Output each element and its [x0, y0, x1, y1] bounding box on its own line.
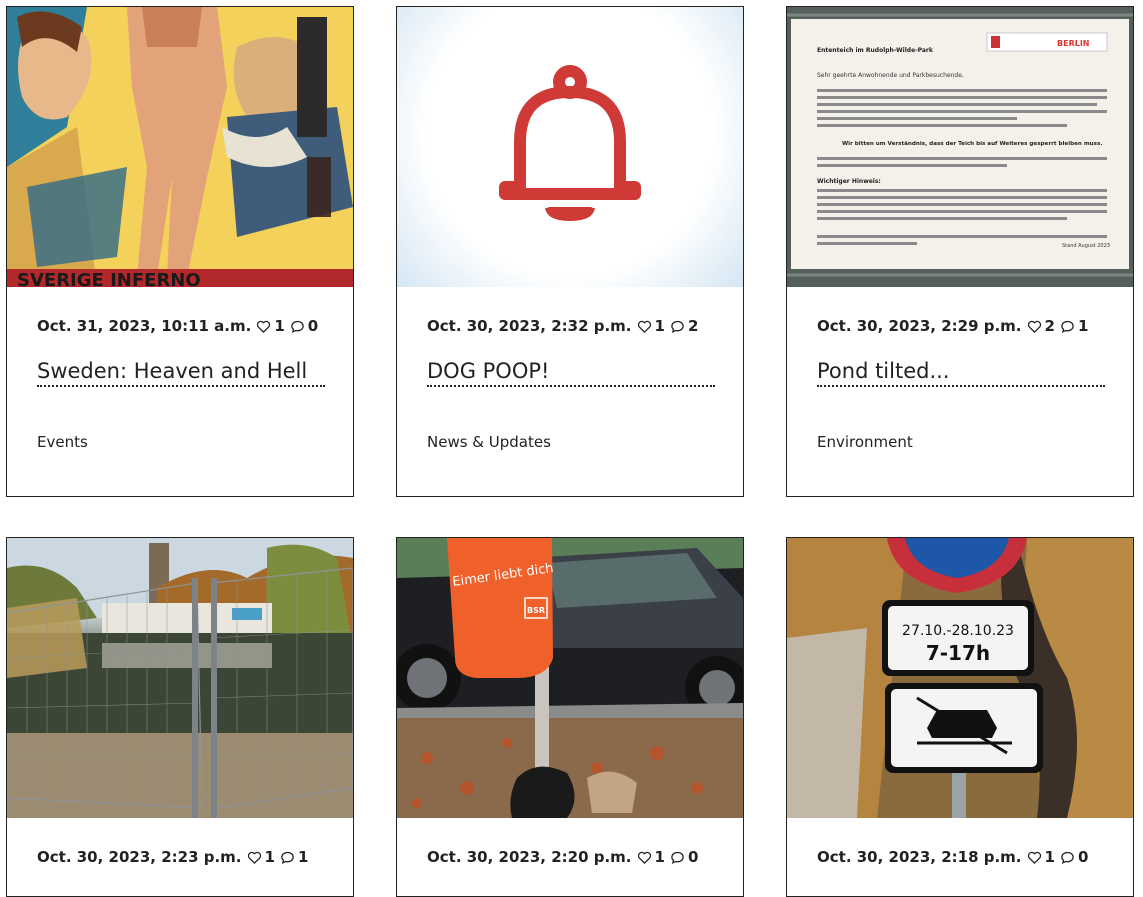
like-count: 1 [654, 848, 665, 866]
comment-count: 0 [1077, 848, 1089, 866]
comment-icon[interactable] [1060, 850, 1075, 865]
comment-count: 2 [687, 317, 699, 335]
notice-note-title: Wichtiger Hinweis: [817, 178, 881, 185]
notice-title: Ententeich im Rudolph-Wilde-Park [817, 47, 934, 54]
post-date: Oct. 30, 2023, 2:18 p.m. [817, 848, 1022, 866]
comment-count: 1 [1077, 317, 1089, 335]
comment-count: 1 [297, 848, 309, 866]
comment-count: 0 [307, 317, 319, 335]
post-meta: Oct. 30, 2023, 2:20 p.m. 1 0 [427, 848, 698, 866]
post-date: Oct. 30, 2023, 2:29 p.m. [817, 317, 1022, 335]
post-card[interactable]: Oct. 30, 2023, 2:23 p.m. 1 1 [6, 537, 354, 897]
heart-icon[interactable] [1027, 850, 1042, 865]
post-image[interactable]: 27.10.-28.10.23 7-17h [787, 538, 1133, 818]
post-meta: Oct. 30, 2023, 2:23 p.m. 1 1 [37, 848, 308, 866]
post-image[interactable] [397, 7, 743, 287]
heart-icon[interactable] [256, 319, 271, 334]
notice-badge: BERLIN [1057, 39, 1090, 48]
comment-icon[interactable] [290, 319, 305, 334]
like-count: 2 [1044, 317, 1055, 335]
post-title-link[interactable]: DOG POOP! [427, 359, 715, 387]
post-date: Oct. 30, 2023, 2:32 p.m. [427, 317, 632, 335]
like-count: 1 [1044, 848, 1055, 866]
like-count: 1 [274, 317, 285, 335]
comment-icon[interactable] [670, 850, 685, 865]
comment-count: 0 [687, 848, 699, 866]
post-date: Oct. 30, 2023, 2:20 p.m. [427, 848, 632, 866]
post-date: Oct. 30, 2023, 2:23 p.m. [37, 848, 242, 866]
post-category[interactable]: News & Updates [427, 433, 551, 451]
post-date: Oct. 31, 2023, 10:11 a.m. [37, 317, 252, 335]
post-category[interactable]: Environment [817, 433, 913, 451]
post-image[interactable] [7, 538, 353, 818]
post-image[interactable]: Ententeich im Rudolph-Wilde-Park BERLIN … [787, 7, 1133, 287]
heart-icon[interactable] [1027, 319, 1042, 334]
post-meta: Oct. 30, 2023, 2:29 p.m. 2 1 [817, 317, 1088, 335]
post-image[interactable]: SVERIGE INFERNO [7, 7, 353, 287]
comment-icon[interactable] [1060, 319, 1075, 334]
comment-icon[interactable] [280, 850, 295, 865]
bag-logo: BSR [527, 606, 545, 615]
post-meta: Oct. 31, 2023, 10:11 a.m. 1 0 [37, 317, 318, 335]
post-card[interactable]: Ententeich im Rudolph-Wilde-Park BERLIN … [786, 6, 1134, 497]
like-count: 1 [654, 317, 665, 335]
post-card[interactable]: 27.10.-28.10.23 7-17h Oct. 30, 2023, 2:1… [786, 537, 1134, 897]
post-meta: Oct. 30, 2023, 2:18 p.m. 1 0 [817, 848, 1088, 866]
post-title-link[interactable]: Pond tilted... [817, 359, 1105, 387]
notice-highlight: Wir bitten um Verständnis, dass der Teic… [842, 141, 1102, 147]
post-title-link[interactable]: Sweden: Heaven and Hell [37, 359, 325, 387]
notice-greeting: Sehr geehrte Anwohnende und Parkbesuchen… [817, 72, 964, 79]
heart-icon[interactable] [637, 319, 652, 334]
sign-hours: 7-17h [926, 641, 990, 665]
post-category[interactable]: Events [37, 433, 88, 451]
heart-icon[interactable] [637, 850, 652, 865]
post-card[interactable]: Oct. 30, 2023, 2:32 p.m. 1 2 DOG POOP! N… [396, 6, 744, 497]
post-image[interactable]: Eimer liebt dich BSR [397, 538, 743, 818]
poster-title: SVERIGE INFERNO [17, 270, 201, 287]
post-meta: Oct. 30, 2023, 2:32 p.m. 1 2 [427, 317, 698, 335]
comment-icon[interactable] [670, 319, 685, 334]
heart-icon[interactable] [247, 850, 262, 865]
post-card[interactable]: SVERIGE INFERNO Oct. 31, 2023, 10:11 a.m… [6, 6, 354, 497]
sign-dates: 27.10.-28.10.23 [902, 623, 1014, 639]
notice-footer: Stand August 2023 [1062, 243, 1110, 249]
post-card[interactable]: Eimer liebt dich BSR Oct. 30, 2023, 2:20… [396, 537, 744, 897]
like-count: 1 [264, 848, 275, 866]
